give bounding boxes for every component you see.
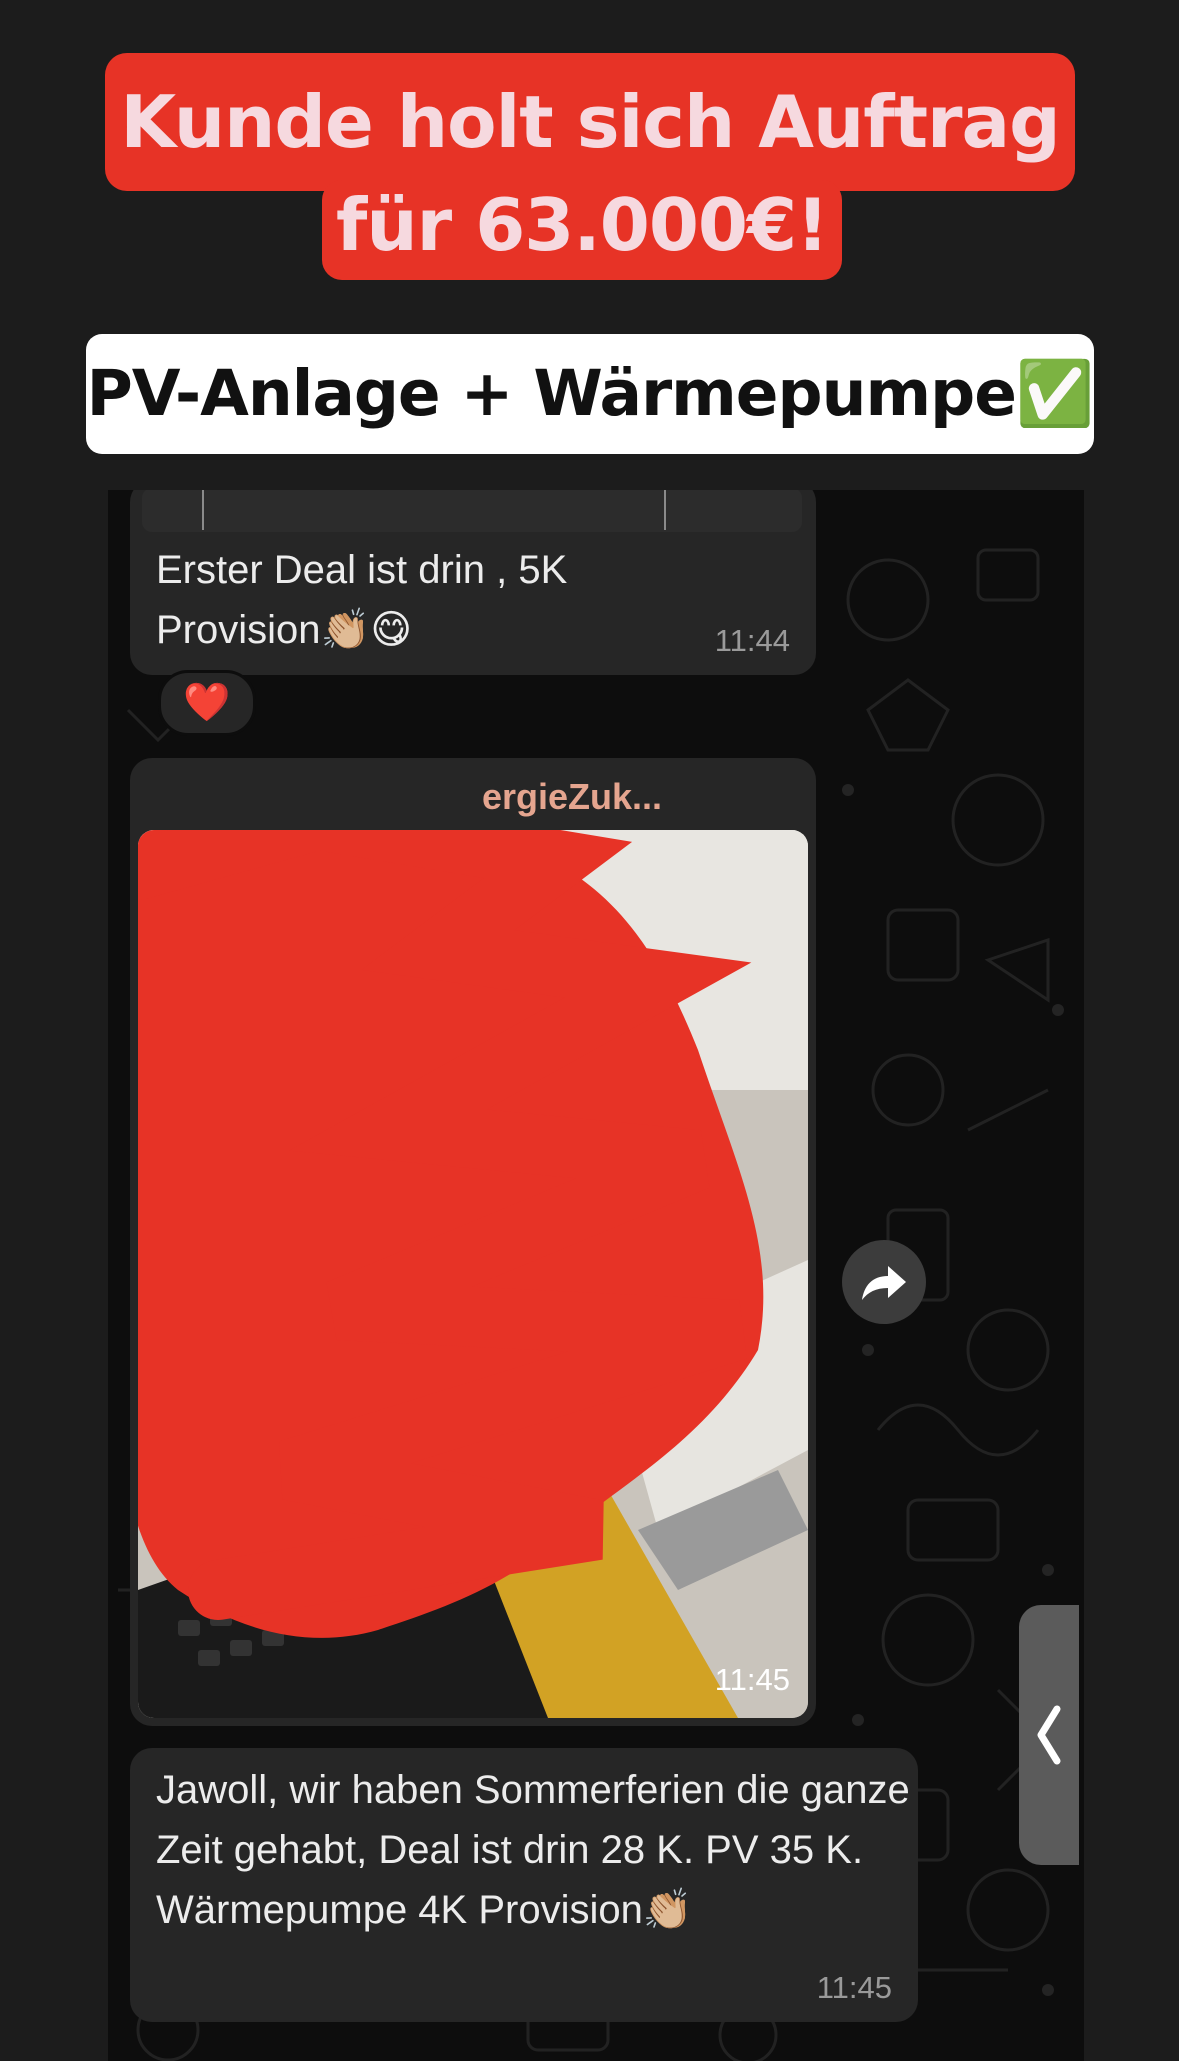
message-text: Erster Deal ist drin , 5K Provision👏🏼😋: [156, 548, 568, 652]
message-time: 11:44: [714, 623, 790, 658]
forwarded-image-message[interactable]: ergieZuk... 11:45: [130, 758, 816, 1726]
subtitle-banner: PV-Anlage + Wärmepumpe✅: [86, 334, 1094, 454]
headline-line-2: für 63.000€!: [322, 180, 842, 280]
shared-photo[interactable]: 11:45: [138, 830, 808, 1718]
message-bubble[interactable]: Jawoll, wir haben Sommerferien die ganze…: [130, 1748, 918, 2022]
chat-screenshot: Erster Deal ist drin , 5K Provision👏🏼😋 1…: [108, 490, 1084, 2061]
message-text: Jawoll, wir haben Sommerferien die ganze…: [156, 1768, 910, 1932]
forward-button[interactable]: [842, 1240, 926, 1324]
headline-line-1: Kunde holt sich Auftrag: [105, 53, 1075, 191]
sender-name: ergieZuk...: [482, 776, 663, 817]
side-panel-tab[interactable]: [1019, 1605, 1079, 1865]
heart-reaction[interactable]: ❤️: [158, 670, 256, 736]
chevron-left-icon: [1037, 1705, 1061, 1765]
message-bubble[interactable]: Erster Deal ist drin , 5K Provision👏🏼😋 1…: [130, 490, 816, 675]
redaction-scribble: [138, 830, 764, 1638]
forward-arrow-icon: [862, 1266, 906, 1300]
message-time: 11:45: [816, 1970, 892, 2005]
quoted-image-strip: [142, 490, 802, 532]
message-time: 11:45: [714, 1662, 790, 1697]
